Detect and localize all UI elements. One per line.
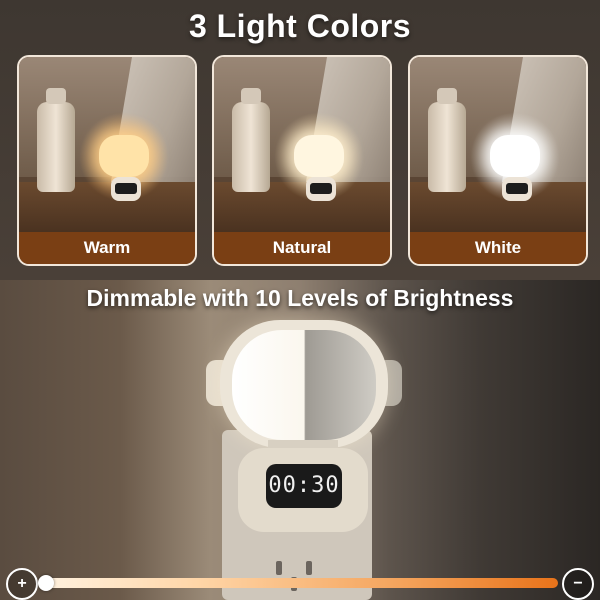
baby-bottle bbox=[37, 88, 75, 192]
card-label: White bbox=[410, 232, 586, 264]
card-natural: Natural bbox=[212, 55, 392, 266]
brightness-slider-handle[interactable] bbox=[38, 575, 54, 591]
robot-lamp-light bbox=[232, 330, 376, 440]
lamp-icon bbox=[99, 135, 149, 177]
product-image: 3 Light Colors Warm Natural White Dimmab… bbox=[0, 0, 600, 600]
plus-glyph: + bbox=[17, 575, 27, 592]
minus-glyph: − bbox=[573, 575, 583, 592]
clock-display: 00:30 bbox=[266, 464, 342, 508]
card-scene bbox=[19, 57, 195, 232]
page-subtitle: Dimmable with 10 Levels of Brightness bbox=[86, 285, 514, 311]
card-warm: Warm bbox=[17, 55, 197, 266]
card-label: Warm bbox=[19, 232, 195, 264]
card-scene bbox=[410, 57, 586, 232]
lamp-icon bbox=[294, 135, 344, 177]
card-scene bbox=[214, 57, 390, 232]
lamp-icon bbox=[490, 135, 540, 177]
card-label: Natural bbox=[214, 232, 390, 264]
bulb-minus-icon[interactable]: − bbox=[562, 568, 594, 600]
baby-bottle bbox=[428, 88, 466, 192]
card-white: White bbox=[408, 55, 588, 266]
baby-bottle bbox=[232, 88, 270, 192]
brightness-bar: + − bbox=[0, 566, 600, 600]
bulb-plus-icon[interactable]: + bbox=[6, 568, 38, 600]
brightness-track[interactable] bbox=[40, 578, 558, 588]
page-title: 3 Light Colors bbox=[188, 8, 412, 44]
